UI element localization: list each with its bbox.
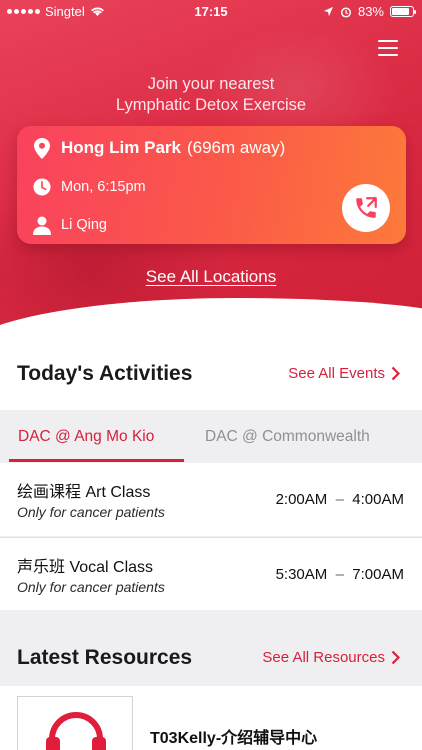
activity-end-time: 7:00AM [352, 566, 404, 583]
see-all-events-label: See All Events [288, 365, 385, 382]
hero-title-line1: Join your nearest [147, 75, 275, 93]
hero-banner: Singtel 17:15 83% Join your nearest Lymp… [0, 0, 422, 330]
activity-note: Only for cancer patients [17, 504, 165, 520]
activity-name: 声乐班 Vocal Class [17, 559, 154, 576]
resources-header: Latest Resources See All Resources [0, 632, 422, 686]
clock-icon [33, 177, 51, 197]
see-all-resources-label: See All Resources [262, 649, 385, 666]
section-gap [0, 610, 422, 632]
center-tabs: DAC @ Ang Mo Kio DAC @ Commonwealth [0, 410, 422, 463]
activity-end-time: 4:00AM [352, 491, 404, 508]
person-icon [33, 215, 51, 235]
active-tab-indicator [9, 459, 184, 462]
resources-heading: Latest Resources [17, 646, 193, 669]
see-all-resources-link[interactable]: See All Resources [262, 649, 400, 666]
map-pin-icon [33, 137, 51, 159]
hero-curve-divider [0, 298, 422, 330]
resources-list: T03Kelly-介绍辅导中心 [0, 686, 422, 750]
tab-ang-mo-kio[interactable]: DAC @ Ang Mo Kio [18, 428, 154, 446]
see-all-events-link[interactable]: See All Events [288, 365, 400, 382]
nearest-location-card[interactable]: Hong Lim Park (696m away) Mon, 6:15pm Li… [17, 126, 406, 244]
tab-commonwealth[interactable]: DAC @ Commonwealth [205, 428, 370, 446]
headphones-icon [46, 712, 106, 750]
resource-title[interactable]: T03Kelly-介绍辅导中心 [150, 724, 317, 748]
list-item[interactable]: 绘画课程 Art Class Only for cancer patients … [0, 463, 422, 536]
battery-percent: 83% [357, 4, 384, 19]
activities-header: Today's Activities See All Events [0, 330, 422, 410]
activity-time: 5:30AM – 7:00AM [275, 566, 404, 583]
menu-button[interactable] [378, 40, 398, 56]
activity-start-time: 2:00AM [275, 491, 328, 508]
status-bar: Singtel 17:15 83% [0, 0, 422, 24]
list-item[interactable]: 声乐班 Vocal Class Only for cancer patients… [0, 538, 422, 611]
phone-call-icon [356, 197, 377, 218]
activity-time: 2:00AM – 4:00AM [275, 491, 404, 508]
see-all-locations-link[interactable]: See All Locations [0, 267, 422, 287]
alarm-icon [340, 6, 352, 18]
chevron-right-icon [391, 650, 400, 665]
hero-title-line2: Lymphatic Detox Exercise [115, 96, 307, 114]
battery-icon [390, 6, 416, 17]
location-place: Hong Lim Park [61, 138, 181, 157]
activities-heading: Today's Activities [17, 362, 193, 385]
location-schedule: Mon, 6:15pm [61, 179, 146, 195]
chevron-right-icon [391, 366, 400, 381]
resource-thumbnail[interactable] [17, 696, 133, 750]
activity-start-time: 5:30AM [275, 566, 328, 583]
activity-note: Only for cancer patients [17, 579, 165, 595]
activity-name: 绘画课程 Art Class [17, 484, 151, 501]
location-instructor: Li Qing [61, 217, 107, 233]
location-arrow-icon [323, 6, 334, 17]
call-button[interactable] [342, 184, 390, 232]
location-distance: (696m away) [186, 138, 286, 157]
